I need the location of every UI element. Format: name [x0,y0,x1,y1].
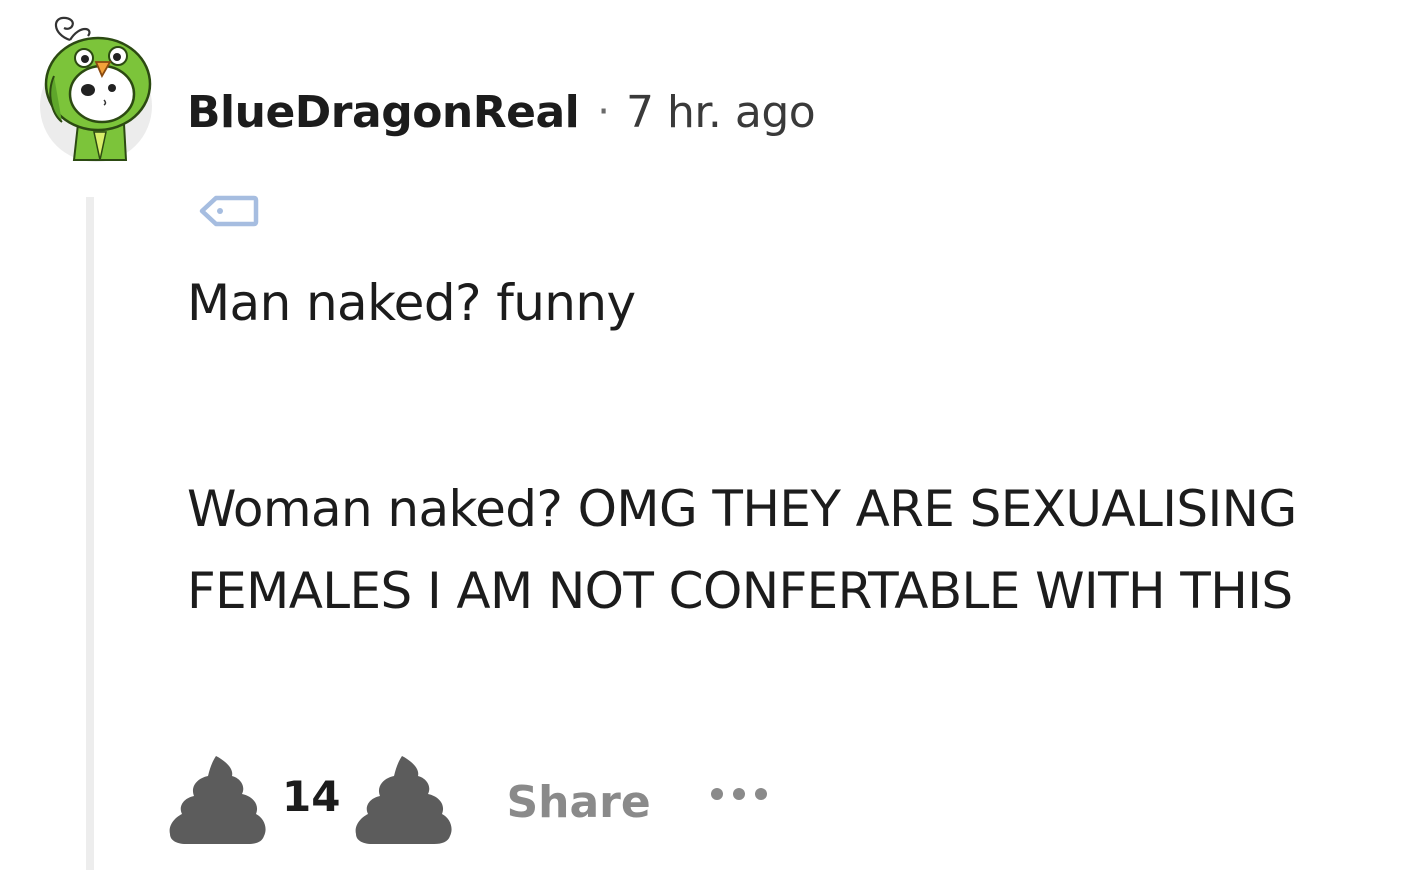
poop-downvote-icon[interactable] [354,750,454,846]
comment-paragraph: Woman naked? OMG THEY ARE SEXUALISING [187,480,1297,538]
share-button[interactable]: Share [506,777,650,828]
user-flair[interactable] [198,192,260,230]
tag-icon [199,195,259,227]
comment-header: BlueDragonReal · 7 hr. ago [187,82,816,142]
comment-actions: 14 Share [168,748,771,848]
user-avatar[interactable] [38,14,154,166]
comment-paragraph: FEMALES I AM NOT CONFERTABLE WITH THIS [187,562,1293,620]
poop-upvote-icon[interactable] [168,750,268,846]
ellipsis-icon[interactable] [707,784,771,804]
comment-paragraph: Man naked? funny [187,274,636,332]
vote-score: 14 [282,771,341,821]
comment-timestamp[interactable]: 7 hr. ago [626,87,816,138]
green-bird-costume-avatar-icon [40,16,152,162]
meta-separator: · [597,89,610,135]
comment-body: Man naked? funny Woman naked? OMG THEY A… [187,262,1397,632]
author-username[interactable]: BlueDragonReal [187,87,580,138]
thread-collapse-line[interactable] [86,197,94,870]
